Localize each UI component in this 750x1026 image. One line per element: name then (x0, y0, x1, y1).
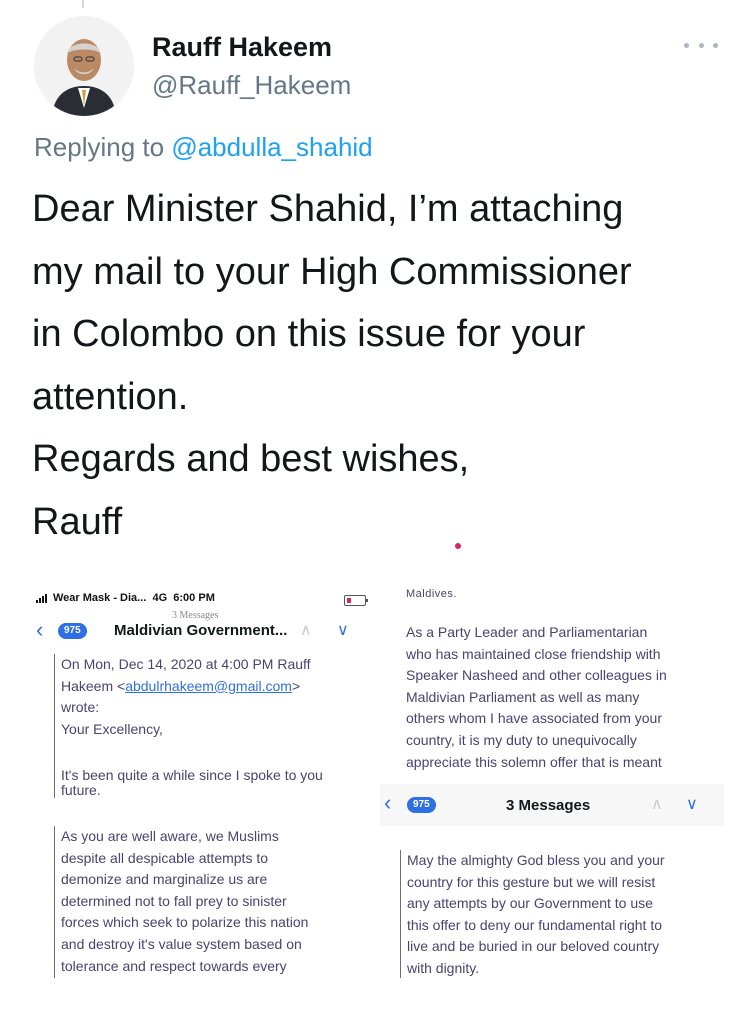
paragraph-line: country, it is my duty to unequivocally (406, 731, 637, 748)
replying-prefix: Replying to (34, 132, 165, 162)
cut-line: It's been quite a while since I spoke to… (54, 767, 323, 783)
attached-image[interactable]: Wear Mask - Dia... 4G 6:00 PM 3 Messages… (30, 586, 724, 988)
greeting: Your Excellency, (61, 720, 163, 737)
more-icon[interactable] (684, 38, 718, 52)
paragraph-line: live and be buried in our beloved countr… (407, 938, 660, 955)
unread-badge: 975 (407, 797, 436, 813)
back-chevron-icon[interactable]: ‹ (36, 619, 43, 641)
battery-icon (344, 595, 368, 606)
paragraph-line: who has maintained close friendship with (406, 645, 661, 662)
status-carrier: Wear Mask - Dia... (53, 592, 147, 604)
paragraph-line: As a Party Leader and Parliamentarian (406, 624, 648, 640)
up-chevron-icon[interactable]: ∧ (300, 620, 312, 640)
cut-line-2: future. (54, 782, 101, 798)
paragraph-line: appreciate this solemn offer that is mea… (406, 753, 662, 770)
back-chevron-icon[interactable]: ‹ (384, 792, 391, 814)
tweet-line: Regards and best wishes, (32, 438, 470, 480)
tweet-line: my mail to your High Commissioner (32, 250, 632, 293)
avatar[interactable] (34, 16, 134, 116)
red-dot (455, 543, 461, 549)
paragraph-line: any attempts by our Government to use (407, 895, 653, 912)
paragraph-line: forces which seek to polarize this natio… (61, 914, 309, 931)
paragraph-line: demonize and marginalize us are (61, 871, 268, 888)
up-chevron-icon[interactable]: ∧ (651, 794, 663, 814)
quote-header-prefix: Hakeem < (61, 677, 126, 694)
paragraph-line: others whom I have associated from your (406, 710, 663, 727)
paragraph-line: this offer to deny our fundamental right… (407, 916, 663, 933)
unread-badge: 975 (58, 623, 87, 639)
paragraph-line: tolerance and respect towards every (61, 957, 287, 974)
quote-header-line: wrote: (61, 699, 100, 716)
message-count-small: 3 Messages (172, 610, 219, 621)
avatar-photo (34, 16, 134, 116)
tweet-line: attention. (32, 375, 189, 418)
tweet-line: Dear Minister Shahid, I’m attaching (32, 188, 624, 230)
left-paragraph: As you are well aware, we Muslims despit… (54, 826, 308, 978)
paragraph-line: As you are well aware, we Muslims (61, 828, 279, 844)
quote-header-line: Hakeem <abdulrhakeem@gmail.com> (61, 676, 311, 698)
quote-header-suffix: > (291, 677, 301, 694)
down-chevron-icon[interactable]: ∨ (686, 794, 698, 814)
paragraph-line: determined not to fall prey to sinister (61, 892, 287, 909)
email-link[interactable]: abdulrhakeem@gmail.com (125, 678, 292, 694)
thread-line (82, 0, 84, 8)
right-paragraph-2: May the almighty God bless you and your … (400, 850, 665, 978)
paragraph-line: despite all despicable attempts to (61, 849, 269, 866)
replying-to: Replying to @abdulla_shahid (34, 132, 373, 163)
status-network: 4G (152, 592, 168, 604)
author-handle[interactable]: @Rauff_Hakeem (152, 70, 351, 101)
status-time: 6:00 PM (173, 592, 215, 604)
paragraph-line: Maldivian Parliament as well as many (406, 688, 640, 705)
tweet-line: Rauff (32, 500, 123, 543)
author-name[interactable]: Rauff Hakeem (152, 32, 332, 63)
right-paragraph-1: As a Party Leader and Parliamentarian wh… (406, 622, 667, 797)
paragraph-line: Speaker Nasheed and other colleagues in (406, 667, 667, 684)
cut-top-text: Maldives. (406, 588, 457, 600)
email-subject: Maldivian Government... (114, 622, 288, 639)
paragraph-line: with dignity. (407, 959, 480, 976)
down-chevron-icon[interactable]: ∨ (337, 620, 349, 640)
messages-title: 3 Messages (506, 797, 591, 814)
tweet-line: in Colombo on this issue for your (32, 313, 586, 355)
paragraph-line: country for this gesture but we will res… (407, 873, 656, 890)
paragraph-line: May the almighty God bless you and your (407, 852, 665, 868)
paragraph-line: and destroy it's value system based on (61, 935, 302, 952)
quote-header-line: On Mon, Dec 14, 2020 at 4:00 PM Rauff (61, 656, 311, 672)
status-bar: Wear Mask - Dia... 4G 6:00 PM (36, 592, 215, 604)
replying-to-link[interactable]: @abdulla_shahid (171, 132, 372, 162)
signal-icon (36, 593, 47, 603)
quoted-header: On Mon, Dec 14, 2020 at 4:00 PM Rauff Ha… (54, 654, 311, 781)
tweet-text: Dear Minister Shahid, I’m attaching my m… (32, 178, 732, 553)
